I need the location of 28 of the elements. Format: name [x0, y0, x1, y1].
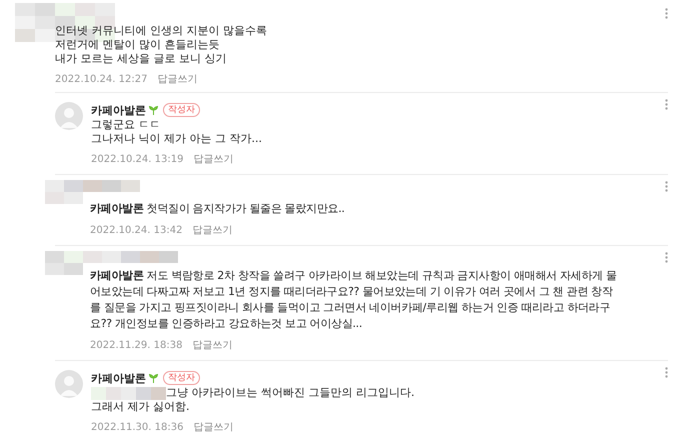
author-badge: 작성자	[163, 103, 200, 117]
author-name[interactable]: 카페아발론	[91, 102, 146, 118]
comment-text: 카페아발론 첫덕질이 음지작가가 될줄은 몰랐지만요..	[90, 201, 346, 217]
comment-text: 카페아발론 저도 벽람항로 2차 창작을 쓸려구 아카라이브 해보았는데 규칙과 금지사항이 애매해서 자세하게 물어보았는데 다짜고짜 저보고 1년 정지를 때리더라구요?? 물어보았는데 기 이유가 여러 곳에서 그 챈 관련 창작를 질문을 가지고 핑프짓이라니 회사를 들먹이고 그러면서 네이버카페/루리웹 하는거 인증 때리라고 하더라구요?? 개인정보를 인증하라고 강요하는것 보고 어이상실...	[90, 268, 618, 332]
reply-link[interactable]: 답글쓰기	[193, 152, 234, 166]
comment-text: 그렇군요 ㄷㄷ	[91, 118, 162, 132]
reply-link[interactable]: 답글쓰기	[157, 72, 198, 86]
comment-text: 그나저나 닉이 제가 아는 그 작가...	[91, 132, 263, 146]
reply-link[interactable]: 답글쓰기	[192, 223, 232, 237]
comment-date: 2022.11.29. 18:38	[90, 340, 182, 351]
more-icon[interactable]	[665, 99, 668, 110]
more-icon[interactable]	[665, 8, 668, 19]
comment-date: 2022.10.24. 13:42	[90, 225, 182, 236]
comment-date: 2022.10.24. 12:27	[55, 74, 148, 85]
reply-link[interactable]: 답글쓰기	[193, 420, 234, 434]
comment-text: 그냥 아카라이브는 썩어빠진 그들만의 리그입니다.	[166, 386, 414, 400]
reply-link[interactable]: 답글쓰기	[192, 338, 232, 352]
author-name[interactable]: 카페아발론	[91, 370, 146, 386]
comment-text: 인터넷 커뮤니티에 인생의 지분이 많을수록	[55, 24, 268, 38]
comment-text: 저런거에 멘탈이 많이 흔들리는듯	[55, 38, 220, 52]
comment-text: 내가 모르는 세상을 글로 보니 싱기	[55, 52, 228, 66]
comment-date: 2022.11.30. 18:36	[91, 422, 184, 433]
comment-date: 2022.10.24. 13:19	[91, 154, 184, 165]
author-badge: 작성자	[163, 371, 200, 385]
more-icon[interactable]	[665, 181, 668, 192]
more-icon[interactable]	[665, 367, 668, 378]
comment-text: 그래서 제가 싫어함.	[91, 400, 190, 414]
more-icon[interactable]	[665, 252, 668, 263]
